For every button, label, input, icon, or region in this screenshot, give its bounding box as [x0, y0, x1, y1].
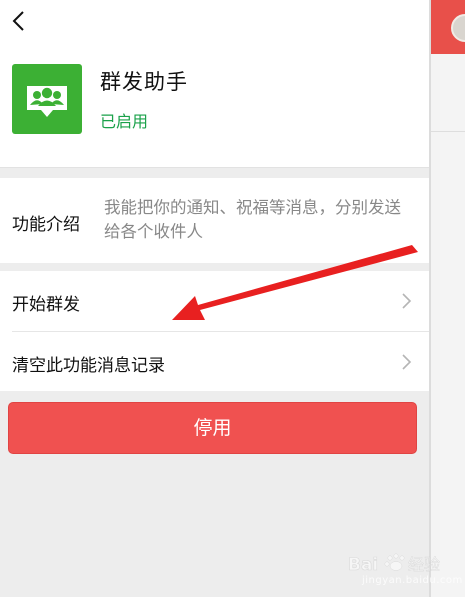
- chevron-right-icon: [402, 293, 412, 309]
- chevron-right-icon: [402, 354, 412, 370]
- svg-text:Bai: Bai: [348, 555, 378, 575]
- app-title: 群发助手: [100, 70, 188, 94]
- watermark-url: jingyan.baidu.com: [362, 575, 463, 586]
- disable-button[interactable]: 停用: [8, 402, 417, 454]
- intro-label: 功能介绍: [12, 215, 80, 235]
- background-chat-panel: [429, 0, 465, 597]
- screen: 群发助手 已启用 功能介绍 我能把你的通知、祝福等消息，分别发送给各个收件人 开…: [0, 0, 465, 597]
- intro-description: 我能把你的通知、祝福等消息，分别发送给各个收件人: [104, 198, 401, 241]
- status-label: 已启用: [100, 112, 149, 131]
- list-item-label: 清空此功能消息记录: [12, 356, 165, 376]
- list-item-label: 开始群发: [12, 295, 80, 315]
- svg-text:经验: 经验: [408, 555, 440, 574]
- back-button[interactable]: [6, 6, 30, 36]
- chevron-left-icon: [12, 11, 24, 31]
- group-send-helper-panel: 群发助手 已启用 功能介绍 我能把你的通知、祝福等消息，分别发送给各个收件人 开…: [0, 0, 429, 597]
- group-chat-icon: [12, 64, 82, 134]
- feature-intro-section: 功能介绍 我能把你的通知、祝福等消息，分别发送给各个收件人: [0, 178, 429, 263]
- clear-history-item[interactable]: 清空此功能消息记录: [12, 331, 429, 391]
- divider: [431, 131, 465, 132]
- app-header: 群发助手 已启用: [0, 0, 429, 168]
- action-list: 开始群发 清空此功能消息记录: [0, 271, 429, 391]
- start-group-send-item[interactable]: 开始群发: [0, 271, 429, 331]
